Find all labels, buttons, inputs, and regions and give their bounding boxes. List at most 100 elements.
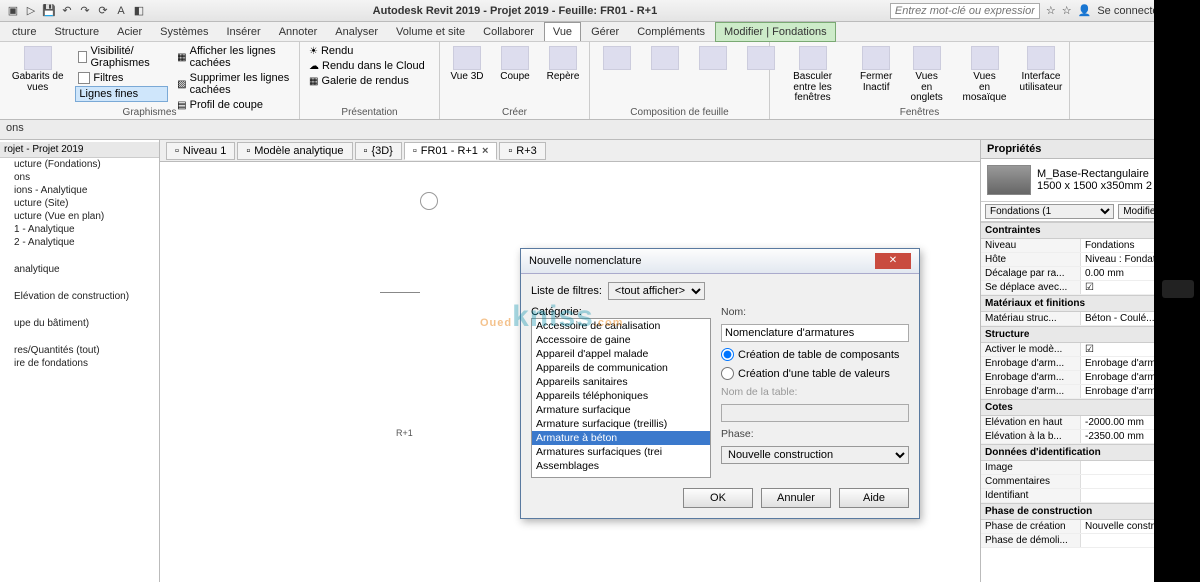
menu-bar: ctureStructureAcierSystèmesInsérerAnnote…: [0, 22, 1200, 42]
browser-node[interactable]: 2 - Analytique: [0, 236, 159, 249]
tablename-input: [721, 404, 909, 422]
compo-btn3[interactable]: [692, 44, 734, 72]
close-button[interactable]: ✕: [875, 253, 911, 269]
prop-key: Enrobage d'arm...: [981, 371, 1081, 384]
compo-btn1[interactable]: [596, 44, 638, 72]
type-selector[interactable]: Fondations (1: [985, 204, 1114, 219]
star-icon[interactable]: ☆: [1046, 4, 1056, 17]
radio-components[interactable]: Création de table de composants: [721, 348, 909, 361]
category-item[interactable]: Assemblages: [532, 459, 710, 473]
view3d-button[interactable]: Vue 3D: [446, 44, 488, 85]
radio-values[interactable]: Création d'une table de valeurs: [721, 367, 909, 380]
remove-hidden-btn[interactable]: ▨ Supprimer les lignes cachées: [174, 71, 293, 97]
measure-icon[interactable]: ◧: [132, 4, 146, 18]
compo-btn2[interactable]: [644, 44, 686, 72]
render-btn[interactable]: ☀ Rendu: [306, 44, 428, 58]
view-tab[interactable]: ▫{3D}: [355, 142, 402, 160]
search-input[interactable]: [890, 3, 1040, 19]
category-item[interactable]: Armature surfacique (treillis): [532, 417, 710, 431]
callout-button[interactable]: Repère: [542, 44, 584, 85]
menu-tab-structure[interactable]: Structure: [46, 23, 107, 41]
menu-tab-annoter[interactable]: Annoter: [271, 23, 326, 41]
menu-tab-vue[interactable]: Vue: [544, 22, 581, 41]
category-item[interactable]: Accessoire de gaine: [532, 333, 710, 347]
category-label: Catégorie:: [531, 306, 711, 318]
browser-node[interactable]: analytique: [0, 263, 159, 276]
gallery-btn[interactable]: ▦ Galerie de rendus: [306, 74, 428, 88]
phase-select[interactable]: Nouvelle construction: [721, 446, 909, 464]
title-bar: ▣ ▷ 💾 ↶ ↷ ⟳ A ◧ Autodesk Revit 2019 - Pr…: [0, 0, 1200, 22]
view-tab[interactable]: ▫R+3: [499, 142, 545, 160]
browser-node[interactable]: 1 - Analytique: [0, 223, 159, 236]
browser-node[interactable]: upe du bâtiment): [0, 317, 159, 330]
browser-node[interactable]: ions - Analytique: [0, 184, 159, 197]
category-item[interactable]: Appareils sanitaires: [532, 375, 710, 389]
menu-tab-syst-mes[interactable]: Systèmes: [152, 23, 216, 41]
help-button[interactable]: Aide: [839, 488, 909, 508]
type-name: 1500 x 1500 x350mm 2: [1037, 180, 1152, 192]
family-thumb-icon: [987, 165, 1031, 195]
category-list[interactable]: Accessoire de canalisationAccessoire de …: [531, 318, 711, 478]
menu-tab-g-rer[interactable]: Gérer: [583, 23, 627, 41]
plan-icon: ▫: [175, 145, 179, 157]
browser-node[interactable]: res/Quantités (tout): [0, 344, 159, 357]
user-icon[interactable]: 👤: [1078, 4, 1092, 17]
view-tab[interactable]: ▫FR01 - R+1×: [404, 142, 498, 160]
menu-tab-modifier-fondations[interactable]: Modifier | Fondations: [715, 22, 836, 42]
gabarits-button[interactable]: Gabarits de vues: [6, 44, 69, 95]
window-btn[interactable]: Interfaceutilisateur: [1019, 44, 1063, 95]
close-tab-icon[interactable]: ×: [482, 145, 488, 157]
menu-tab-compl-ments[interactable]: Compléments: [629, 23, 713, 41]
panel-creer: Vue 3D Coupe Repère Créer: [440, 42, 590, 119]
show-hidden-btn[interactable]: ▦ Afficher les lignes cachées: [174, 44, 293, 70]
cloud-render-btn[interactable]: ☁ Rendu dans le Cloud: [306, 59, 428, 73]
section-head-icon[interactable]: [420, 192, 438, 210]
section-button[interactable]: Coupe: [494, 44, 536, 85]
cancel-button[interactable]: Annuler: [761, 488, 831, 508]
browser-node[interactable]: ucture (Fondations): [0, 158, 159, 171]
view-tab[interactable]: ▫Niveau 1: [166, 142, 235, 160]
save-icon[interactable]: 💾: [42, 4, 56, 18]
browser-node[interactable]: ucture (Vue en plan): [0, 210, 159, 223]
category-item[interactable]: Armature à béton: [532, 431, 710, 445]
browser-node[interactable]: Elévation de construction): [0, 290, 159, 303]
window-btn[interactable]: Vuesen mosaïque: [956, 44, 1013, 106]
menu-tab-volume-et-site[interactable]: Volume et site: [388, 23, 473, 41]
ok-button[interactable]: OK: [683, 488, 753, 508]
category-item[interactable]: Armatures surfaciques (trei: [532, 445, 710, 459]
browser-header: rojet - Projet 2019: [0, 142, 159, 158]
filters-btn[interactable]: Filtres: [75, 71, 168, 85]
visibility-btn[interactable]: Visibilité/ Graphismes: [75, 44, 168, 70]
browser-node[interactable]: ucture (Site): [0, 197, 159, 210]
filter-label: Liste de filtres:: [531, 285, 602, 297]
window-btn[interactable]: Basculerentre les fenêtres: [776, 44, 849, 106]
menu-tab-analyser[interactable]: Analyser: [327, 23, 386, 41]
menu-tab-cture[interactable]: cture: [4, 23, 44, 41]
project-browser[interactable]: rojet - Projet 2019 ucture (Fondations)o…: [0, 140, 160, 582]
category-item[interactable]: Armature surfacique: [532, 403, 710, 417]
menu-tab-ins-rer[interactable]: Insérer: [218, 23, 268, 41]
undo-icon[interactable]: ↶: [60, 4, 74, 18]
category-item[interactable]: Appareils de communication: [532, 361, 710, 375]
view-tab[interactable]: ▫Modèle analytique: [237, 142, 352, 160]
redo-icon[interactable]: ↷: [78, 4, 92, 18]
category-item[interactable]: Appareils téléphoniques: [532, 389, 710, 403]
menu-tab-acier[interactable]: Acier: [109, 23, 150, 41]
signin-link[interactable]: Se connecter: [1097, 5, 1162, 17]
browser-node[interactable]: ire de fondations: [0, 357, 159, 370]
category-item[interactable]: Accessoire de canalisation: [532, 319, 710, 333]
window-btn[interactable]: Vuesen onglets: [903, 44, 950, 106]
print-icon[interactable]: A: [114, 4, 128, 18]
thin-lines-btn[interactable]: Lignes fines: [75, 86, 168, 102]
window-btn[interactable]: FermerInactif: [855, 44, 897, 95]
browser-node[interactable]: ons: [0, 171, 159, 184]
sync-icon[interactable]: ⟳: [96, 4, 110, 18]
prop-key: Enrobage d'arm...: [981, 385, 1081, 398]
star-icon[interactable]: ☆: [1062, 4, 1072, 17]
name-input[interactable]: [721, 324, 909, 342]
filter-select[interactable]: <tout afficher>: [608, 282, 705, 300]
open-icon[interactable]: ▷: [24, 4, 38, 18]
menu-tab-collaborer[interactable]: Collaborer: [475, 23, 542, 41]
category-item[interactable]: Appareil d'appel malade: [532, 347, 710, 361]
panel-compo: Composition de feuille: [590, 42, 770, 119]
